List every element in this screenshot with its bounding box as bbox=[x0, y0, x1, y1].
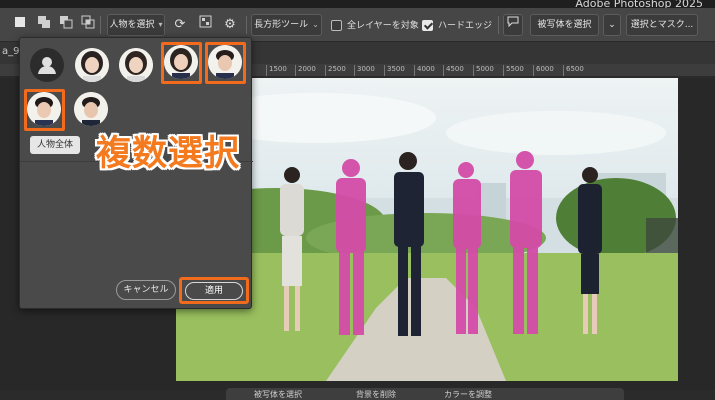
multi-select-callout: 複数選択 bbox=[96, 134, 241, 174]
chevron-down-icon[interactable]: ⌄ bbox=[603, 14, 621, 36]
ruler-tick: 4000 bbox=[414, 65, 435, 76]
gear-icon[interactable]: ⚙ bbox=[220, 15, 240, 35]
ctx-select-subject[interactable]: 被写体を選択 bbox=[254, 389, 302, 400]
all-layers-label: 全レイヤーを対象 bbox=[347, 21, 419, 31]
apply-highlight: 適用 bbox=[179, 277, 249, 304]
subtract-selection-icon[interactable] bbox=[56, 15, 76, 35]
ruler-tick: 2000 bbox=[295, 65, 316, 76]
ruler-tick: 3500 bbox=[384, 65, 405, 76]
contextual-task-bar: 被写体を選択 背景を削除 カラーを調整 bbox=[226, 388, 624, 400]
face-thumbnail-woman-1[interactable] bbox=[75, 48, 109, 82]
photoshop-window: Adobe Photoshop 2025 人物を選択 ▾ ⟳ ⚙ 長方形ツール ⌄ … bbox=[0, 0, 715, 400]
ctx-adjust-color[interactable]: カラーを調整 bbox=[444, 389, 492, 400]
hard-edge-label: ハードエッジ bbox=[438, 21, 493, 31]
face-thumbnail-man-2[interactable] bbox=[27, 92, 61, 126]
speech-bubble-icon[interactable] bbox=[503, 14, 523, 36]
ruler-tick: 5500 bbox=[503, 65, 524, 76]
sample-grid-icon[interactable] bbox=[195, 15, 215, 35]
tool-mode-dropdown[interactable]: 長方形ツール ⌄ bbox=[251, 14, 322, 36]
cancel-button[interactable]: キャンセル bbox=[116, 280, 176, 300]
divider bbox=[246, 16, 247, 34]
all-people-button[interactable]: 人物全体 bbox=[30, 136, 80, 154]
divider bbox=[498, 16, 499, 34]
face-thumbnail-man-1[interactable] bbox=[208, 45, 242, 79]
face-thumbnail-man-3[interactable] bbox=[74, 92, 108, 126]
hard-edge-checkbox[interactable] bbox=[422, 20, 433, 31]
subject-type-dropdown[interactable]: 人物を選択 ▾ bbox=[107, 14, 165, 36]
chevron-down-icon: ⌄ bbox=[312, 20, 319, 29]
intersect-selection-icon[interactable] bbox=[78, 15, 98, 35]
face-thumbnail-woman-2[interactable] bbox=[119, 48, 153, 82]
face-thumbnail-woman-3[interactable] bbox=[164, 45, 198, 79]
ruler-tick: 6000 bbox=[533, 65, 554, 76]
select-and-mask-button[interactable]: 選択とマスク... bbox=[626, 14, 698, 36]
ruler-tick: 5000 bbox=[473, 65, 494, 76]
ruler-tick: 2500 bbox=[325, 65, 346, 76]
ruler-tick: 6500 bbox=[563, 65, 584, 76]
refresh-icon[interactable]: ⟳ bbox=[170, 15, 190, 35]
ruler-tick: 1500 bbox=[266, 65, 287, 76]
chevron-down-icon: ▾ bbox=[158, 20, 163, 29]
ctx-remove-background[interactable]: 背景を削除 bbox=[356, 389, 396, 400]
ruler-tick: 3000 bbox=[354, 65, 375, 76]
ruler-tick: 4500 bbox=[443, 65, 464, 76]
apply-button[interactable]: 適用 bbox=[185, 282, 243, 300]
all-people-icon[interactable] bbox=[30, 48, 64, 82]
select-subject-button[interactable]: 被写体を選択 bbox=[530, 14, 599, 36]
divider bbox=[100, 16, 101, 34]
add-selection-icon[interactable] bbox=[34, 15, 54, 35]
new-selection-icon[interactable] bbox=[10, 15, 30, 35]
all-layers-checkbox[interactable] bbox=[331, 20, 342, 31]
title-bar: Adobe Photoshop 2025 bbox=[0, 0, 715, 10]
tool-mode-label: 長方形ツール bbox=[254, 20, 309, 30]
subject-type-label: 人物を選択 bbox=[109, 20, 155, 30]
